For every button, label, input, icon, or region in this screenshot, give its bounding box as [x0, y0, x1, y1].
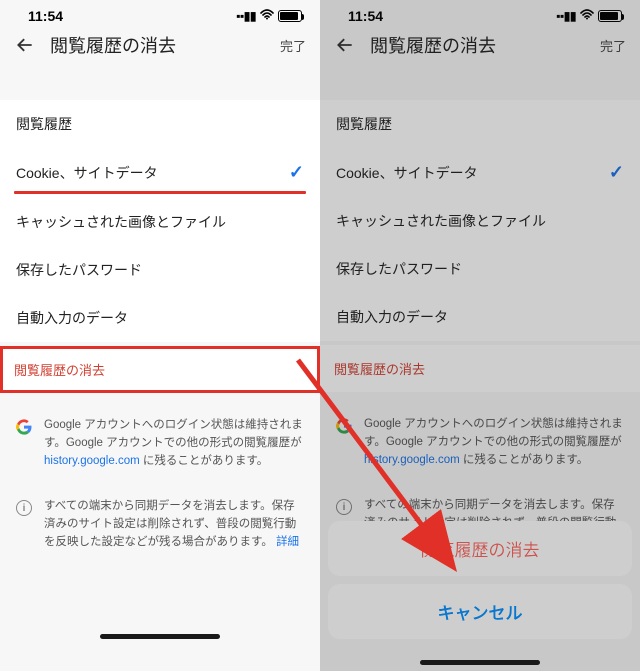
history-link[interactable]: history.google.com — [44, 455, 140, 467]
back-arrow-icon[interactable] — [334, 34, 356, 56]
screen-confirmation: 11:54 ▪▪▮▮ 閲覧履歴の消去 完了 閲覧履歴 Cookie、サイトデータ — [320, 0, 640, 671]
button-label: キャンセル — [438, 604, 523, 623]
battery-icon — [278, 10, 302, 22]
section-gap — [320, 70, 640, 100]
option-label: 自動入力のデータ — [16, 308, 128, 328]
option-label: 自動入力のデータ — [336, 307, 448, 327]
option-label: 保存したパスワード — [336, 259, 462, 279]
option-label: 閲覧履歴 — [336, 114, 392, 134]
cellular-icon: ▪▪▮▮ — [236, 9, 256, 23]
google-logo-icon — [14, 417, 34, 470]
status-time: 11:54 — [348, 8, 383, 24]
clear-data-label: 閲覧履歴の消去 — [334, 362, 425, 377]
wifi-icon — [260, 9, 274, 23]
action-sheet: 閲覧履歴の消去 キャンセル — [320, 521, 640, 671]
status-bar: 11:54 ▪▪▮▮ — [320, 0, 640, 28]
confirm-clear-button[interactable]: 閲覧履歴の消去 — [328, 521, 632, 576]
status-time: 11:54 — [28, 8, 63, 24]
option-browsing-history[interactable]: 閲覧履歴 — [320, 100, 640, 148]
page-title: 閲覧履歴の消去 — [50, 32, 280, 58]
info-text: Google アカウントへのログイン状態は維持されます。Google アカウント… — [44, 417, 304, 470]
option-autofill[interactable]: 自動入力のデータ — [0, 294, 320, 342]
highlight-underline — [14, 191, 306, 194]
option-label: Cookie、サイトデータ — [336, 163, 478, 183]
status-indicators: ▪▪▮▮ — [556, 9, 622, 23]
info-text: すべての端末から同期データを消去します。保存済みのサイト設定は削除されず、普段の… — [44, 498, 304, 551]
done-button[interactable]: 完了 — [280, 36, 306, 55]
checkmark-icon: ✓ — [289, 162, 304, 183]
history-link[interactable]: history.google.com — [364, 454, 460, 466]
status-bar: 11:54 ▪▪▮▮ — [0, 0, 320, 28]
option-label: キャッシュされた画像とファイル — [336, 211, 546, 231]
option-label: キャッシュされた画像とファイル — [16, 212, 226, 232]
back-arrow-icon[interactable] — [14, 34, 36, 56]
clear-data-button[interactable]: 閲覧履歴の消去 — [0, 346, 320, 393]
option-cache[interactable]: キャッシュされた画像とファイル — [0, 198, 320, 246]
status-indicators: ▪▪▮▮ — [236, 9, 302, 23]
clear-data-button[interactable]: 閲覧履歴の消去 — [320, 345, 640, 392]
option-browsing-history[interactable]: 閲覧履歴 — [0, 100, 320, 148]
home-indicator — [420, 660, 540, 665]
clear-options-list: 閲覧履歴 Cookie、サイトデータ ✓ キャッシュされた画像とファイル 保存し… — [320, 100, 640, 341]
navigation-bar: 閲覧履歴の消去 完了 — [320, 28, 640, 70]
option-passwords[interactable]: 保存したパスワード — [0, 246, 320, 294]
button-label: 閲覧履歴の消去 — [421, 541, 540, 560]
info-text: Google アカウントへのログイン状態は維持されます。Google アカウント… — [364, 416, 624, 469]
wifi-icon — [580, 9, 594, 23]
clear-data-label: 閲覧履歴の消去 — [14, 363, 105, 378]
done-button[interactable]: 完了 — [600, 36, 626, 55]
option-autofill[interactable]: 自動入力のデータ — [320, 293, 640, 341]
checkmark-icon: ✓ — [609, 162, 624, 183]
home-indicator — [100, 634, 220, 639]
account-info-note: Google アカウントへのログイン状態は維持されます。Google アカウント… — [320, 402, 640, 483]
screen-before: 11:54 ▪▪▮▮ 閲覧履歴の消去 完了 閲覧履歴 Cookie、サイトデータ — [0, 0, 320, 671]
navigation-bar: 閲覧履歴の消去 完了 — [0, 28, 320, 70]
cancel-button[interactable]: キャンセル — [328, 584, 632, 639]
option-cache[interactable]: キャッシュされた画像とファイル — [320, 197, 640, 245]
clear-options-list: 閲覧履歴 Cookie、サイトデータ ✓ キャッシュされた画像とファイル 保存し… — [0, 100, 320, 342]
details-link[interactable]: 詳細 — [276, 536, 299, 548]
option-label: 保存したパスワード — [16, 260, 142, 280]
section-gap — [0, 70, 320, 100]
cellular-icon: ▪▪▮▮ — [556, 9, 576, 23]
option-label: Cookie、サイトデータ — [16, 163, 158, 183]
page-title: 閲覧履歴の消去 — [370, 32, 600, 58]
battery-icon — [598, 10, 622, 22]
info-icon: i — [14, 498, 34, 551]
google-logo-icon — [334, 416, 354, 469]
option-passwords[interactable]: 保存したパスワード — [320, 245, 640, 293]
sync-info-note: i すべての端末から同期データを消去します。保存済みのサイト設定は削除されず、普… — [0, 484, 320, 565]
option-cookies[interactable]: Cookie、サイトデータ ✓ — [0, 148, 320, 197]
account-info-note: Google アカウントへのログイン状態は維持されます。Google アカウント… — [0, 403, 320, 484]
option-cookies[interactable]: Cookie、サイトデータ ✓ — [320, 148, 640, 197]
option-label: 閲覧履歴 — [16, 114, 72, 134]
